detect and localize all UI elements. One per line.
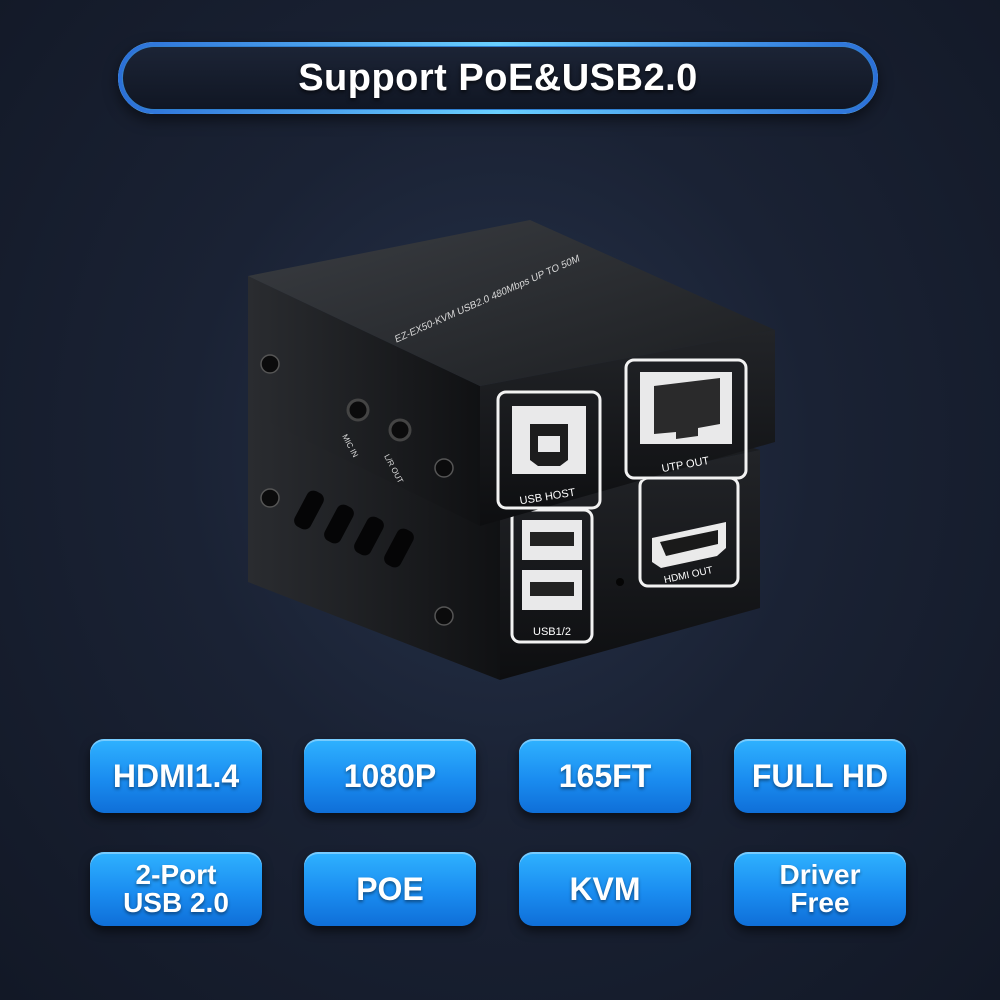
feature-badge-full-hd: FULL HD	[734, 739, 906, 813]
feature-badge-165ft: 165FT	[519, 739, 691, 813]
badge-line1: Driver	[779, 859, 861, 890]
badge-line1: 1080P	[343, 758, 437, 794]
feature-badge-hdmi: HDMI1.4	[90, 739, 262, 813]
badge-line1: POE	[356, 871, 424, 907]
badge-line2: USB 2.0	[123, 887, 229, 918]
feature-badge-2port-usb: 2-Port USB 2.0	[90, 852, 262, 926]
feature-badge-kvm: KVM	[519, 852, 691, 926]
badge-line1: HDMI1.4	[112, 758, 240, 794]
badge-line1: FULL HD	[751, 758, 889, 794]
feature-badge-driver-free: Driver Free	[734, 852, 906, 926]
badge-line1: 165FT	[558, 758, 652, 794]
badge-line1: 2-Port	[135, 859, 217, 890]
feature-badge-poe: POE	[304, 852, 476, 926]
kvm-extender-device-image: USB1/2 HDMI OUT EZ-EX50-KVM USB2.0 480Mb…	[248, 220, 775, 680]
title-text: Support PoE&USB2.0	[298, 56, 698, 99]
title-banner: Support PoE&USB2.0	[118, 42, 878, 114]
badge-line1: KVM	[569, 871, 641, 907]
badge-line2: Free	[790, 887, 850, 918]
usb12-label: USB1/2	[533, 626, 571, 638]
feature-badge-1080p: 1080P	[304, 739, 476, 813]
